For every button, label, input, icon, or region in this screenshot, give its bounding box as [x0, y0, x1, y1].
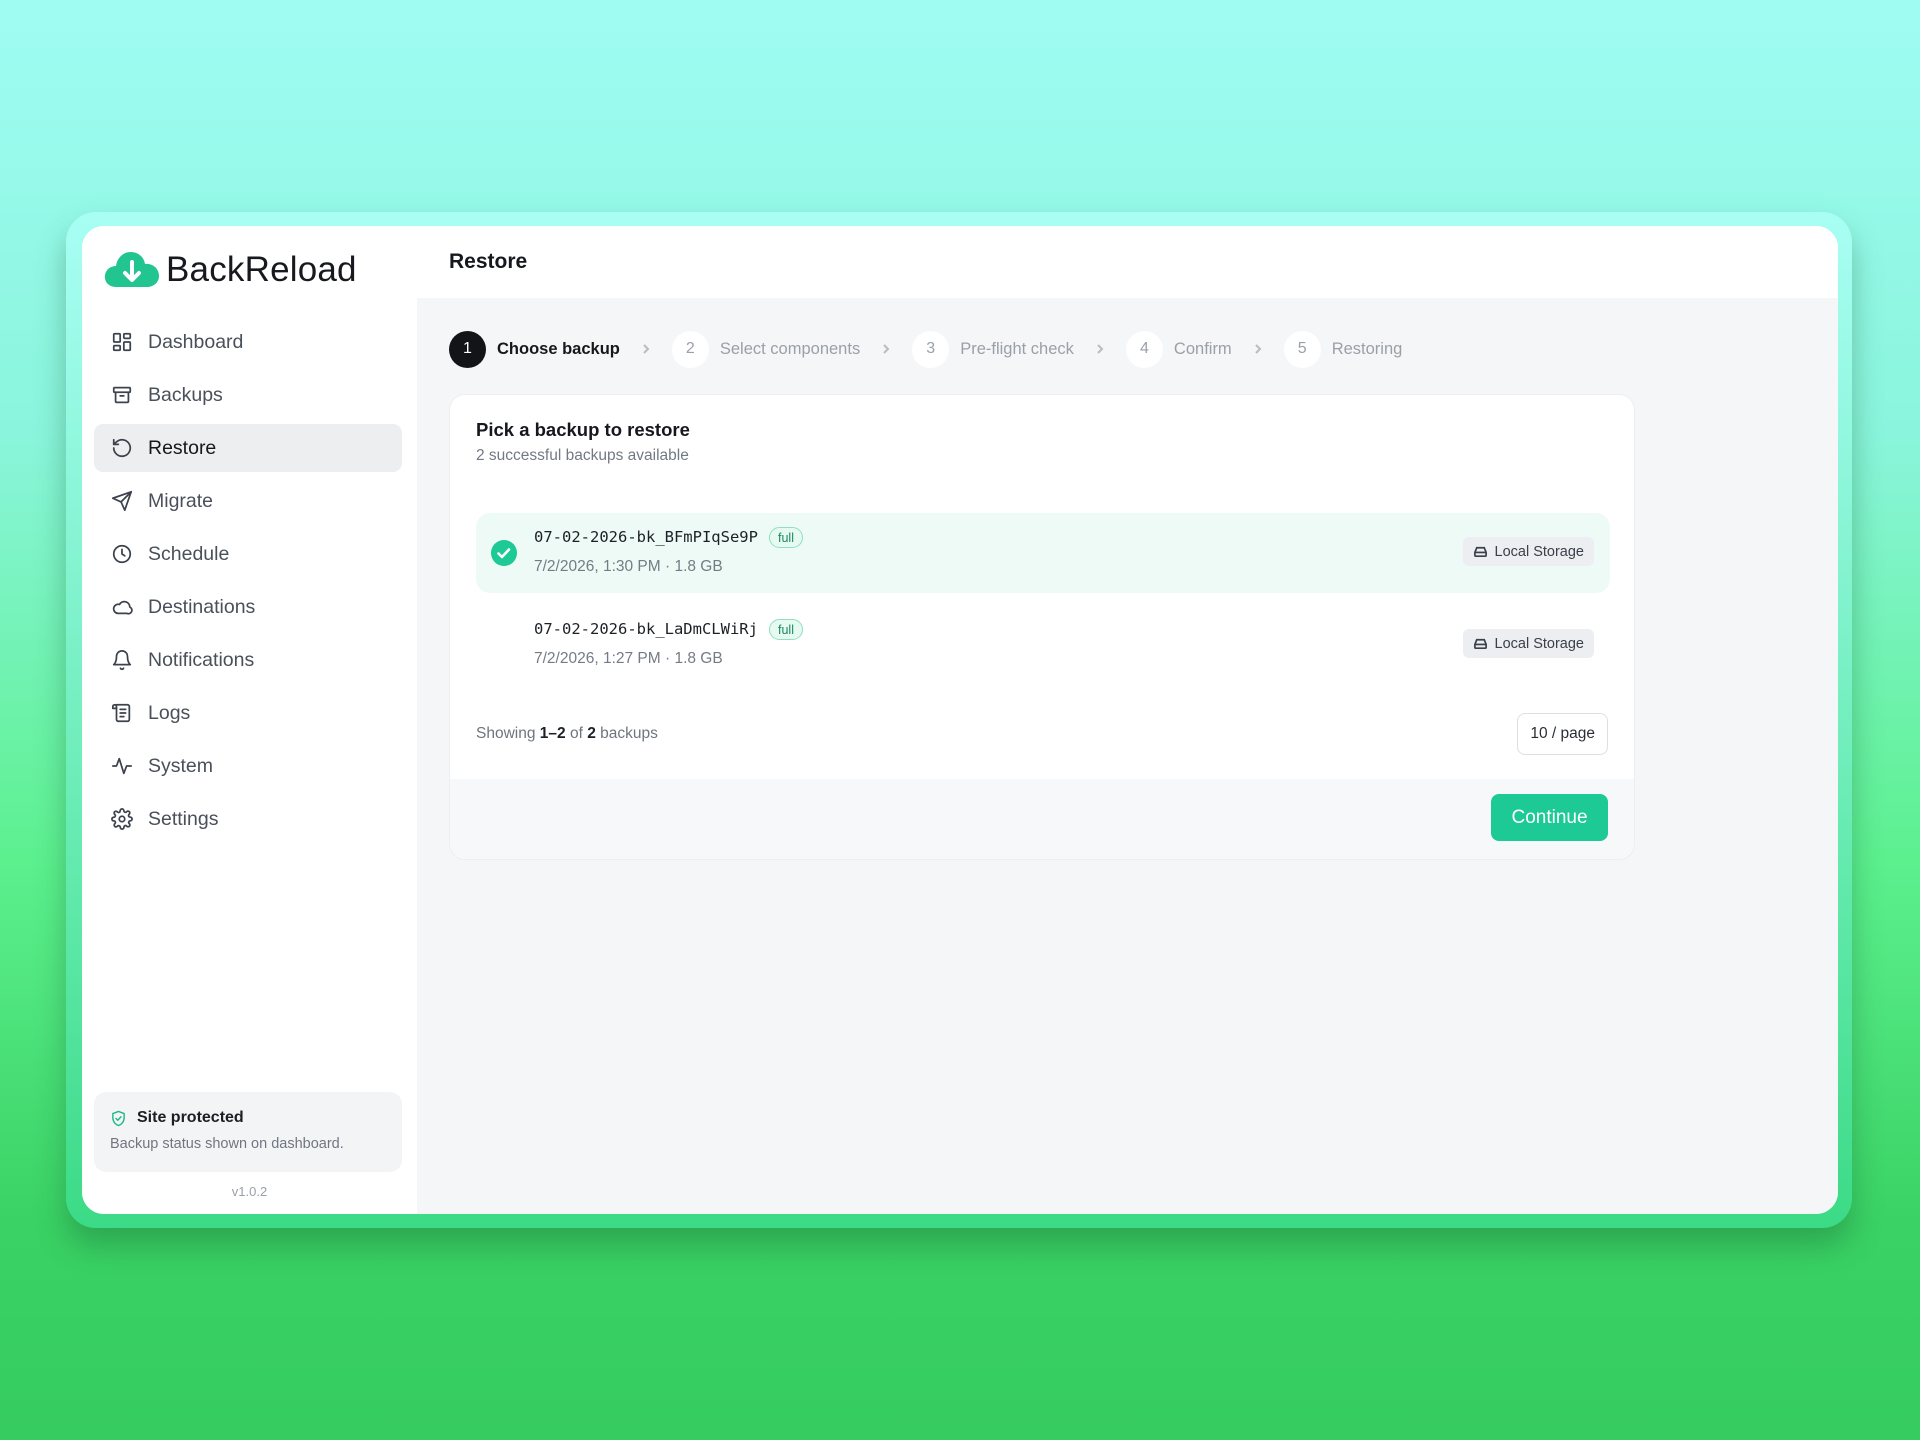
step-number: 1	[449, 330, 486, 368]
backup-name: 07-02-2026-bk_LaDmCLWiRj	[534, 620, 758, 638]
sidebar-item-label: Destinations	[148, 595, 256, 618]
destination-badge: Local Storage	[1462, 537, 1594, 566]
check-circle-icon	[491, 540, 517, 566]
shield-check-icon	[112, 1110, 125, 1126]
scroll-icon	[111, 702, 133, 724]
step-restoring[interactable]: 5 Restoring	[1283, 330, 1403, 368]
archive-icon	[111, 384, 133, 406]
pagination-prefix: Showing	[476, 725, 536, 742]
sidebar-item-label: Schedule	[148, 542, 230, 565]
backup-type-badge: full	[769, 619, 803, 640]
step-number: 2	[671, 330, 709, 368]
activity-icon	[111, 755, 133, 777]
clock-icon	[111, 543, 133, 565]
backup-row[interactable]: 07-02-2026-bk_BFmPIqSe9P full 7/2/2026, …	[476, 513, 1610, 593]
app-version: v1.0.2	[231, 1184, 268, 1199]
card-footer: Continue	[450, 779, 1634, 859]
backup-meta: 7/2/2026, 1:27 PM · 1.8 GB	[534, 650, 723, 667]
hard-drive-icon	[1473, 546, 1487, 558]
destination-badge: Local Storage	[1462, 629, 1594, 658]
sidebar-item-label: System	[148, 754, 214, 777]
step-confirm[interactable]: 4 Confirm	[1125, 330, 1232, 368]
cloud-icon	[111, 596, 133, 618]
status-title: Site protected	[110, 1109, 386, 1127]
sidebar-item-label: Restore	[148, 436, 217, 459]
status-subtitle: Backup status shown on dashboard.	[110, 1136, 344, 1152]
sidebar-item-label: Notifications	[148, 648, 255, 671]
sidebar-item-dashboard[interactable]: Dashboard	[94, 318, 402, 366]
step-label: Choose backup	[497, 339, 620, 358]
sidebar-item-label: Backups	[148, 383, 223, 406]
send-icon	[111, 490, 133, 512]
backup-meta: 7/2/2026, 1:30 PM · 1.8 GB	[534, 558, 723, 575]
main-content: Restore 1 Choose backup 2 Select compone…	[417, 226, 1838, 1214]
step-choose-backup[interactable]: 1 Choose backup	[449, 330, 620, 368]
restore-icon	[111, 437, 133, 459]
page-title: Restore	[449, 250, 528, 273]
sidebar: BackReload Dashboard Backups Restore Mig…	[82, 226, 417, 1214]
step-label: Confirm	[1173, 339, 1232, 358]
sidebar-item-label: Dashboard	[148, 330, 244, 353]
continue-button[interactable]: Continue	[1491, 794, 1608, 841]
pagination-summary: Showing 1–2 of 2 backups	[476, 725, 658, 743]
step-number: 3	[912, 330, 950, 368]
sidebar-item-settings[interactable]: Settings	[94, 795, 402, 843]
sidebar-item-logs[interactable]: Logs	[94, 689, 402, 737]
sidebar-item-label: Settings	[148, 807, 219, 830]
cloud-logo-icon	[104, 252, 159, 287]
step-select-components[interactable]: 2 Select components	[671, 330, 861, 368]
top-bar: Restore	[417, 226, 1838, 298]
sidebar-item-label: Migrate	[148, 489, 214, 512]
site-status-card: Site protected Backup status shown on da…	[94, 1092, 402, 1172]
restore-stepper: 1 Choose backup 2 Select components 3 Pr…	[449, 330, 1402, 368]
sidebar-item-migrate[interactable]: Migrate	[94, 477, 402, 525]
brand[interactable]: BackReload	[102, 240, 357, 300]
sidebar-item-schedule[interactable]: Schedule	[94, 530, 402, 578]
step-label: Select components	[719, 339, 861, 358]
step-label: Restoring	[1331, 339, 1403, 358]
per-page-select[interactable]: 10 / page	[1517, 713, 1608, 755]
card-subtitle: 2 successful backups available	[476, 447, 689, 464]
chevron-right-icon	[1252, 343, 1264, 355]
backup-name: 07-02-2026-bk_BFmPIqSe9P	[534, 528, 758, 546]
hard-drive-icon	[1473, 638, 1487, 650]
chevron-right-icon	[640, 343, 652, 355]
dashboard-icon	[111, 331, 133, 353]
step-number: 4	[1125, 330, 1163, 368]
backup-picker-card: Pick a backup to restore 2 successful ba…	[449, 394, 1635, 860]
sidebar-item-notifications[interactable]: Notifications	[94, 636, 402, 684]
step-number: 5	[1283, 330, 1321, 368]
bell-icon	[111, 649, 133, 671]
status-title-text: Site protected	[137, 1109, 244, 1126]
sidebar-item-label: Logs	[148, 701, 191, 724]
brand-name: BackReload	[166, 250, 357, 289]
sidebar-item-restore[interactable]: Restore	[94, 424, 402, 472]
chevron-right-icon	[1094, 343, 1106, 355]
gear-icon	[111, 808, 133, 830]
destination-label: Local Storage	[1494, 543, 1584, 560]
backup-type-badge: full	[769, 527, 803, 548]
chevron-right-icon	[880, 343, 892, 355]
sidebar-nav: Dashboard Backups Restore Migrate Schedu…	[94, 318, 402, 848]
step-label: Pre-flight check	[960, 339, 1074, 358]
destination-label: Local Storage	[1494, 635, 1584, 652]
pagination-range: 1–2	[539, 725, 566, 742]
pagination-suffix: backups	[600, 725, 658, 742]
pagination-total: 2	[587, 725, 596, 742]
sidebar-item-system[interactable]: System	[94, 742, 402, 790]
sidebar-item-destinations[interactable]: Destinations	[94, 583, 402, 631]
sidebar-item-backups[interactable]: Backups	[94, 371, 402, 419]
backup-row[interactable]: 07-02-2026-bk_LaDmCLWiRj full 7/2/2026, …	[476, 605, 1610, 685]
pagination-of: of	[569, 725, 583, 742]
app-window: BackReload Dashboard Backups Restore Mig…	[82, 226, 1838, 1214]
step-pre-flight-check[interactable]: 3 Pre-flight check	[912, 330, 1074, 368]
card-title: Pick a backup to restore	[476, 419, 690, 440]
